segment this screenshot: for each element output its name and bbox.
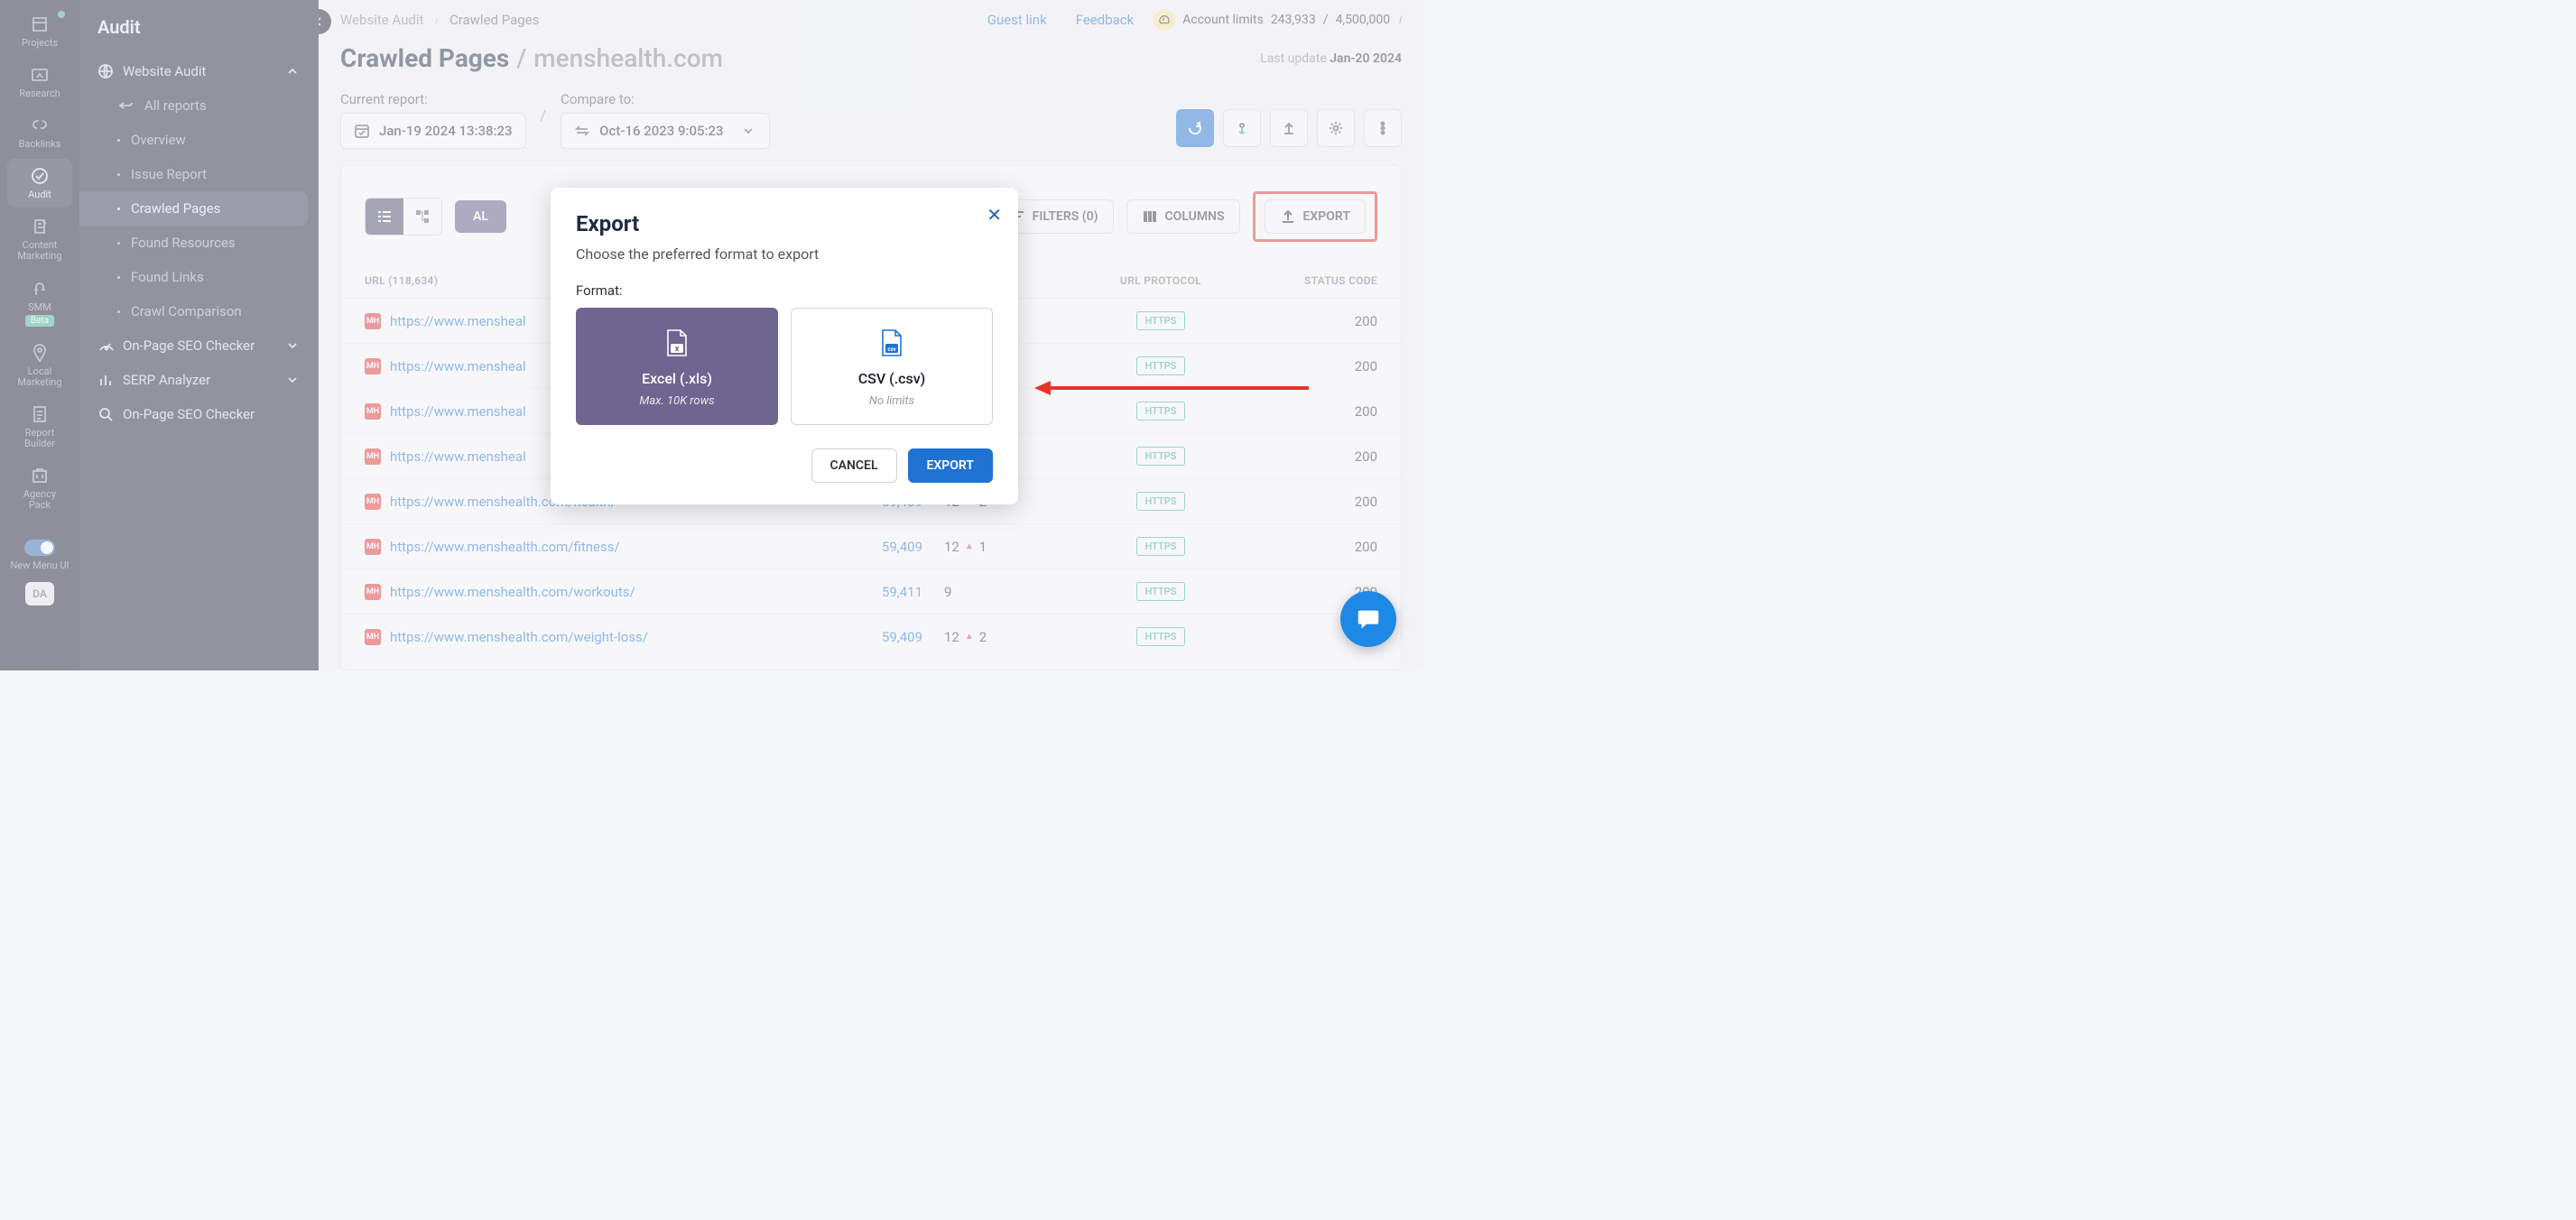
modal-title: Export [576, 211, 993, 236]
export-modal: ✕ Export Choose the preferred format to … [551, 188, 1018, 504]
modal-cancel-button[interactable]: CANCEL [811, 448, 897, 483]
svg-text:x: x [675, 345, 680, 354]
modal-close-button[interactable]: ✕ [987, 204, 1002, 226]
format-option-excel[interactable]: xExcel (.xls)Max. 10K rows [576, 308, 778, 425]
modal-subtitle: Choose the preferred format to export [576, 245, 993, 263]
modal-export-button[interactable]: EXPORT [908, 448, 993, 483]
format-option-csv[interactable]: csvCSV (.csv)No limits [791, 308, 993, 425]
chat-fab[interactable] [1340, 591, 1396, 647]
svg-text:csv: csv [887, 347, 895, 353]
